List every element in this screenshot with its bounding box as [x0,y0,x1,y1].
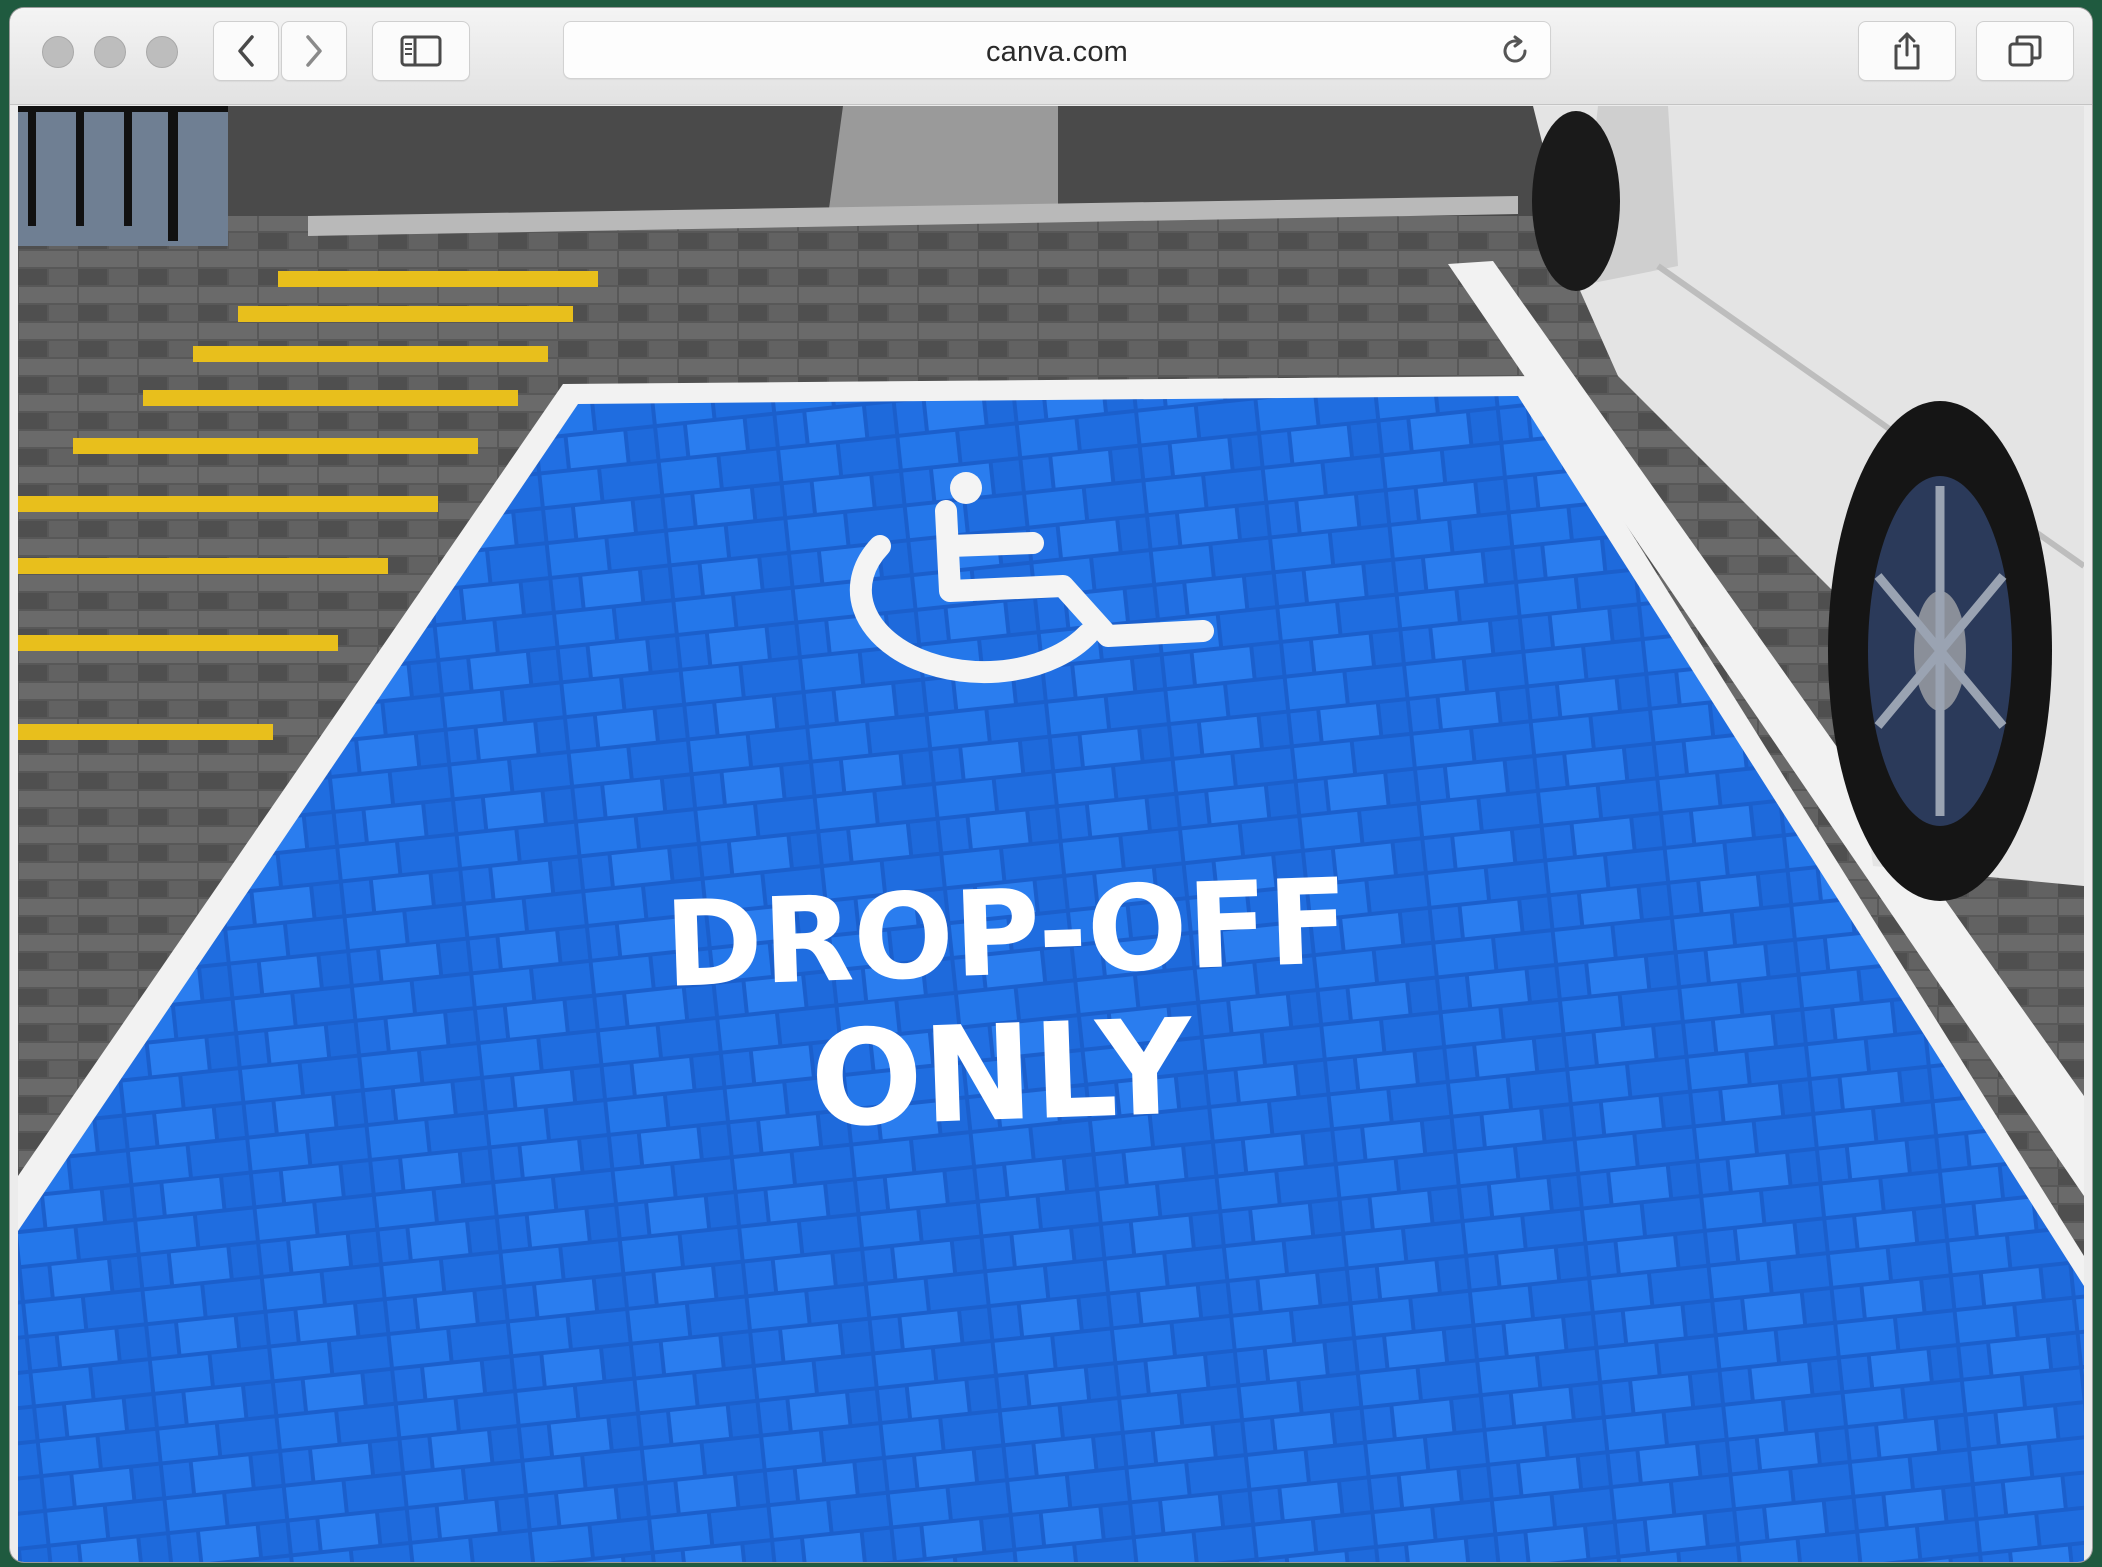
browser-toolbar: canva.com [10,8,2092,105]
share-button[interactable] [1858,21,1956,81]
sign-line-1: DROP-OFF [662,852,1350,1014]
chevron-right-icon [301,33,327,69]
railing [18,106,228,246]
tabs-icon [2007,34,2043,68]
chevron-left-icon [233,33,259,69]
tabs-button[interactable] [1976,21,2074,81]
sign-line-2: ONLY [808,990,1196,1157]
address-url: canva.com [985,36,1129,68]
close-window-button[interactable] [42,36,74,68]
browser-window: canva.com DROP-OFF ONLY [10,8,2092,1562]
zoom-window-button[interactable] [146,36,178,68]
minimize-window-button[interactable] [94,36,126,68]
address-bar[interactable]: canva.com [563,21,1551,79]
share-icon [1891,31,1923,71]
forward-button[interactable] [281,21,347,81]
crosswalk-stripe [828,106,1058,216]
page-content: DROP-OFF ONLY [18,106,2084,1562]
sidebar-icon [400,35,442,67]
reload-icon[interactable] [1498,34,1532,73]
back-button[interactable] [213,21,279,81]
parking-bay-photo: DROP-OFF ONLY [18,106,2084,1562]
sidebar-button[interactable] [372,21,470,81]
